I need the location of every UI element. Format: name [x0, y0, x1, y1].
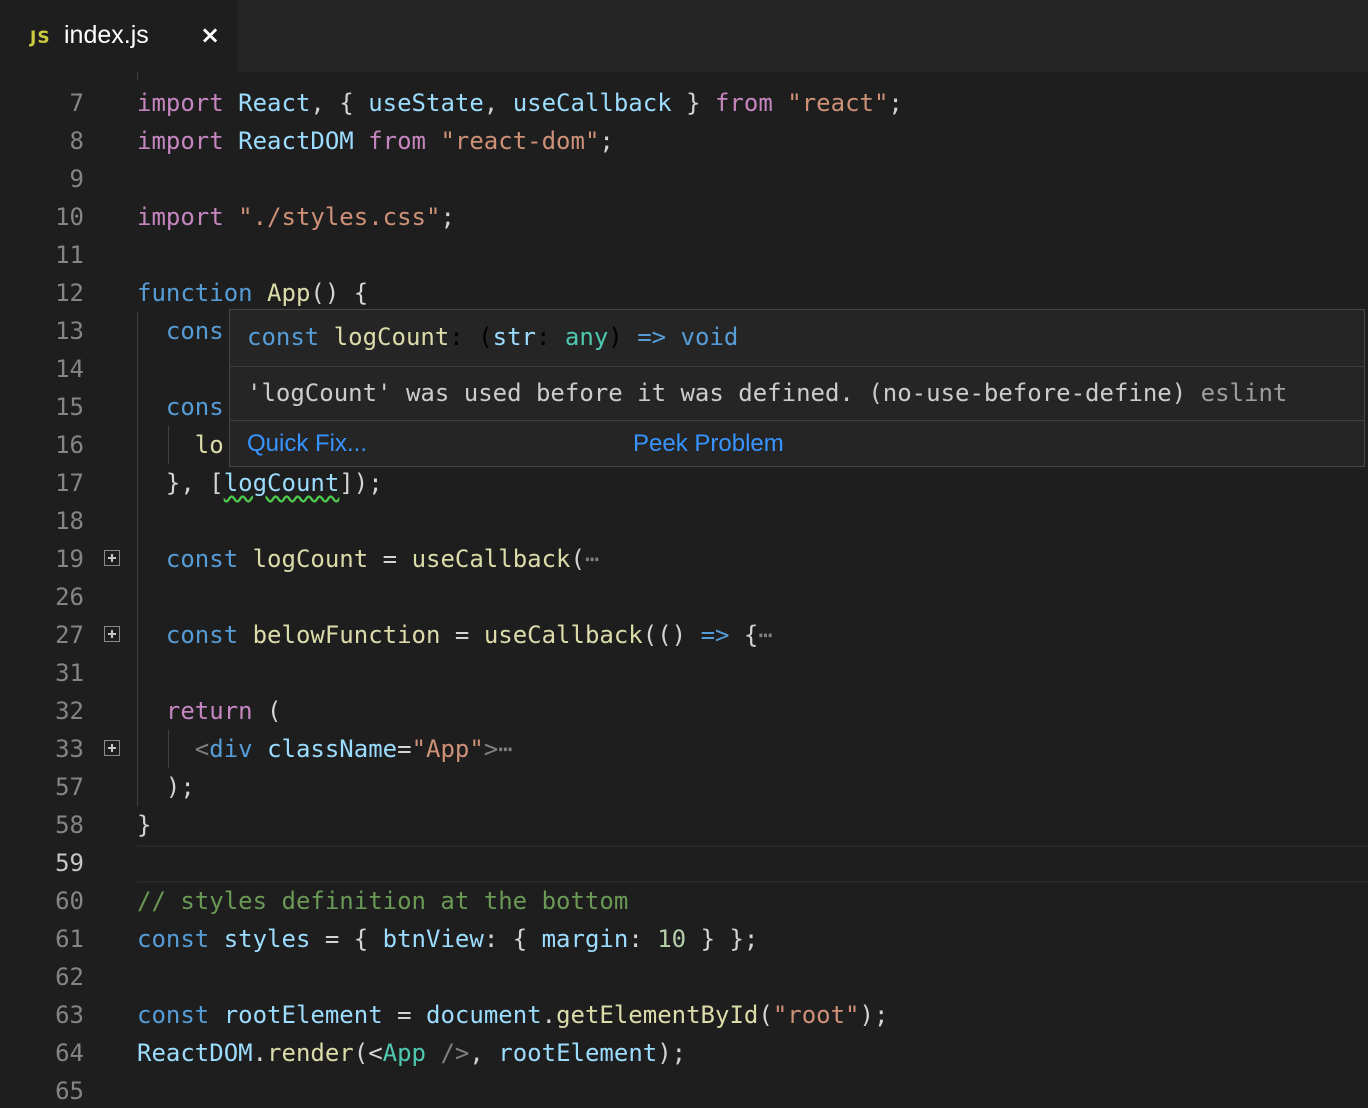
expand-fold-icon[interactable] [104, 626, 120, 642]
line-code: ); [165, 773, 195, 801]
line-code: import ReactDOM from "react-dom"; [137, 127, 614, 155]
tab-index-js[interactable]: JS index.js × [0, 0, 238, 72]
code-editor[interactable]: 7 import React, { useState, useCallback … [0, 72, 1368, 1108]
lint-source: eslint [1200, 379, 1288, 407]
lint-error-squiggle: logCount [223, 469, 340, 497]
line-number: 61 [55, 925, 84, 953]
code-line: 27 const belowFunction = useCallback(() … [0, 616, 1368, 654]
folded-ellipsis: ⋯ [584, 545, 600, 573]
line-number: 15 [55, 393, 84, 421]
code-line: 61 const styles = { btnView: { margin: 1… [0, 920, 1368, 958]
code-line: 10 import "./styles.css"; [0, 198, 1368, 236]
folded-ellipsis: ⋯ [498, 735, 513, 763]
line-number: 63 [55, 1001, 84, 1029]
line-number: 7 [69, 89, 84, 117]
hover-signature: const logCount: (str: any) => void [230, 310, 1364, 367]
line-number: 8 [69, 127, 84, 155]
code-line: 7 import React, { useState, useCallback … [0, 84, 1368, 122]
expand-fold-icon[interactable] [104, 550, 120, 566]
code-line: 32 return ( [0, 692, 1368, 730]
line-code: const rootElement = document.getElementB… [137, 1001, 889, 1029]
line-number: 26 [55, 583, 84, 611]
code-line: 62 [0, 958, 1368, 996]
folded-ellipsis: ⋯ [758, 621, 773, 649]
line-number: 59 [55, 849, 84, 877]
line-number: 11 [55, 241, 84, 269]
line-number: 19 [55, 545, 84, 573]
line-code: return ( [165, 697, 282, 725]
code-line: 33 <div className="App">⋯ [0, 730, 1368, 768]
line-number: 9 [69, 165, 84, 193]
line-code: function App() { [137, 279, 369, 307]
code-line: 9 [0, 160, 1368, 198]
line-number: 14 [55, 355, 84, 383]
line-code: }, [logCount]); [165, 469, 383, 497]
quick-fix-link[interactable]: Quick Fix... [247, 430, 367, 458]
line-number: 57 [55, 773, 84, 801]
code-line: 64 ReactDOM.render(<App />, rootElement)… [0, 1034, 1368, 1072]
code-line: 19 const logCount = useCallback(⋯ [0, 540, 1368, 578]
line-number: 18 [55, 507, 84, 535]
line-code: } [137, 811, 152, 839]
code-line: 60 // styles definition at the bottom [0, 882, 1368, 920]
line-code: const styles = { btnView: { margin: 10 }… [137, 925, 759, 953]
code-line: 31 [0, 654, 1368, 692]
code-line: 58 } [0, 806, 1368, 844]
line-code: const belowFunction = useCallback(() => … [165, 621, 773, 649]
code-line: 57 ); [0, 768, 1368, 806]
code-line: 8 import ReactDOM from "react-dom"; [0, 122, 1368, 160]
line-number: 12 [55, 279, 84, 307]
line-code: import "./styles.css"; [137, 203, 455, 231]
line-number: 13 [55, 317, 84, 345]
line-code: <div className="App">⋯ [194, 735, 513, 763]
hover-message: 'logCount' was used before it was define… [247, 379, 1287, 407]
editor-tab-bar: JS index.js × [0, 0, 1368, 72]
hover-actions: Quick Fix... Peek Problem [230, 420, 1364, 467]
line-number: 10 [55, 203, 84, 231]
line-number: 32 [55, 697, 84, 725]
line-code: cons [165, 393, 224, 421]
code-line: 18 [0, 502, 1368, 540]
line-number: 31 [55, 659, 84, 687]
lint-message: 'logCount' was used before it was define… [247, 379, 1187, 407]
code-line: 12 function App() { [0, 274, 1368, 312]
line-code: cons [165, 317, 224, 345]
line-number: 58 [55, 811, 84, 839]
javascript-file-icon: JS [30, 28, 51, 48]
line-code: // styles definition at the bottom [137, 887, 629, 915]
hover-tooltip: const logCount: (str: any) => void 'logC… [229, 309, 1365, 467]
expand-fold-icon[interactable] [104, 740, 120, 756]
line-code: const logCount = useCallback(⋯ [165, 545, 600, 573]
line-number: 60 [55, 887, 84, 915]
code-line: 63 const rootElement = document.getEleme… [0, 996, 1368, 1034]
code-line: 11 [0, 236, 1368, 274]
line-number: 33 [55, 735, 84, 763]
close-icon[interactable]: × [200, 21, 220, 49]
line-number: 62 [55, 963, 84, 991]
line-code: import React, { useState, useCallback } … [137, 89, 903, 117]
indent-guide [137, 72, 138, 80]
line-code: ReactDOM.render(<App />, rootElement); [137, 1039, 687, 1067]
code-line-current: 59 [0, 844, 1368, 882]
line-number: 27 [55, 621, 84, 649]
line-number: 16 [55, 431, 84, 459]
line-code: lo [194, 431, 224, 459]
line-number: 17 [55, 469, 84, 497]
line-number: 65 [55, 1077, 84, 1105]
code-line: 17 }, [logCount]); [0, 464, 1368, 502]
tab-filename: index.js [64, 21, 149, 49]
line-number: 64 [55, 1039, 84, 1067]
code-line: 65 [0, 1072, 1368, 1108]
code-line: 26 [0, 578, 1368, 616]
peek-problem-link[interactable]: Peek Problem [633, 430, 784, 458]
signature-text: const logCount: (str: any) => void [247, 323, 739, 351]
